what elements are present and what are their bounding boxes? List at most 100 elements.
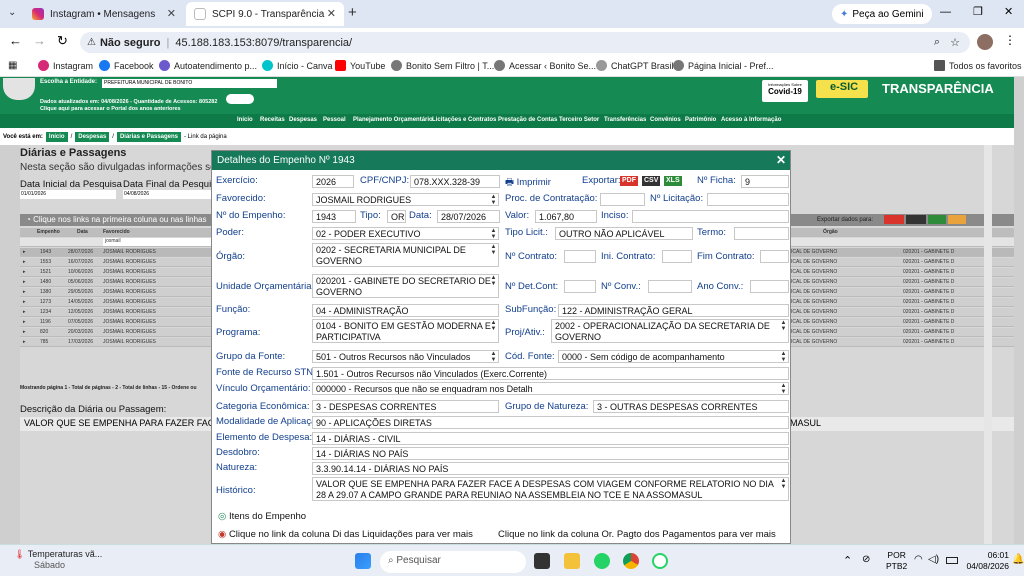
inciso-field[interactable] (632, 210, 789, 223)
row-link-icon[interactable]: ▸ (23, 339, 26, 345)
breadcrumb-despesas[interactable]: Despesas (75, 131, 110, 142)
address-input[interactable]: ⚠ Não seguro | 45.188.183.153:8079/trans… (80, 32, 970, 53)
nav-pessoal[interactable]: Pessoal (323, 117, 346, 123)
entity-select[interactable]: PREFEITURA MUNICIPAL DE BONITO (102, 79, 277, 88)
breadcrumb-inicio[interactable]: Início (45, 131, 68, 142)
stepper-icon[interactable]: ▲ ▼ (780, 351, 787, 362)
nav-acesso[interactable]: Acesso à Informação (721, 117, 781, 123)
grupo-fonte-field[interactable]: 501 - Outros Recursos não Vinculados ▲ ▼ (312, 350, 499, 363)
stepper-icon[interactable]: ▲ ▼ (780, 383, 787, 394)
reload-icon[interactable]: ↻ (57, 33, 68, 49)
close-icon[interactable]: ✕ (327, 7, 336, 20)
col-empenho[interactable]: Empenho (37, 229, 60, 235)
col-data[interactable]: Data (77, 229, 88, 235)
programa-field[interactable]: 0104 - BONITO EM GESTÃO MODERNA E PARTIC… (312, 319, 499, 343)
gemini-button[interactable]: ✦ Peça ao Gemini (832, 4, 932, 24)
tipo-licit-field[interactable]: OUTRO NÃO APLICÁVEL (555, 227, 693, 240)
chrome-icon[interactable] (623, 553, 639, 569)
wifi-icon[interactable]: ◠ (914, 554, 923, 565)
taskbar-search-input[interactable]: ⌕ Pesquisar (380, 551, 526, 573)
cod-fonte-field[interactable]: 0000 - Sem código de acompanhamento ▲ ▼ (558, 350, 789, 363)
export-jpg-button[interactable] (948, 215, 966, 224)
export-pdf-button[interactable] (884, 215, 904, 224)
stepper-icon[interactable]: ▲ ▼ (490, 320, 497, 332)
row-link-icon[interactable]: ▸ (23, 259, 26, 265)
windows-start-icon[interactable] (355, 553, 371, 569)
row-link-icon[interactable]: ▸ (23, 249, 26, 255)
nav-transferencias[interactable]: Transferências (604, 117, 646, 123)
file-explorer-icon[interactable] (564, 553, 580, 569)
page-scrollbar[interactable] (984, 145, 992, 544)
nav-despesas[interactable]: Despesas (289, 117, 317, 123)
row-link-icon[interactable]: ▸ (23, 299, 26, 305)
tab-instagram[interactable]: Instagram • Mensagens ✕ (24, 2, 184, 26)
libras-badge[interactable] (226, 94, 254, 104)
row-link-icon[interactable]: ▸ (23, 329, 26, 335)
volume-icon[interactable]: ◁) (928, 554, 939, 565)
col-favorecido[interactable]: Favorecido (103, 229, 130, 235)
export-pdf-button[interactable]: PDF (620, 176, 638, 186)
exercicio-field[interactable]: 2026 (312, 175, 354, 188)
nav-planejamento[interactable]: Planejamento Orçamentário (353, 117, 433, 123)
url-text[interactable]: 45.188.183.153:8079/transparencia/ (175, 37, 352, 49)
close-icon[interactable]: ✕ (167, 7, 176, 20)
poder-field[interactable]: 02 - PODER EXECUTIVO ▲ ▼ (312, 227, 499, 240)
stepper-icon[interactable]: ▲ ▼ (780, 478, 787, 490)
clock[interactable]: 06:01 04/08/2026 (963, 550, 1009, 572)
stepper-icon[interactable]: ▲ ▼ (490, 351, 497, 362)
stepper-icon[interactable]: ▲ ▼ (490, 244, 497, 256)
empenho-field[interactable]: 1943 (312, 210, 356, 223)
row-link-icon[interactable]: ▸ (23, 319, 26, 325)
task-view-icon[interactable] (534, 553, 550, 569)
back-icon[interactable]: ← (9, 33, 22, 48)
bookmark-pagina-inicial[interactable]: Página Inicial - Pref... (673, 60, 774, 71)
fimcontrato-field[interactable] (760, 250, 789, 263)
ficha-field[interactable]: 9 (741, 175, 789, 188)
cpf-field[interactable]: 078.XXX.328-39 (410, 175, 500, 188)
unidade-field[interactable]: 020201 - GABINETE DO SECRETARIO DE GOVER… (312, 274, 499, 298)
export-xls-button[interactable] (928, 215, 946, 224)
whatsapp-app-icon[interactable] (594, 553, 610, 569)
projativ-field[interactable]: 2002 - OPERACIONALIZAÇÃO DA SECRETARIA D… (551, 319, 789, 343)
historico-field[interactable]: VALOR QUE SE EMPENHA PARA FAZER FACE A D… (312, 477, 789, 501)
nav-licitacoes[interactable]: Licitações e Contratos (432, 117, 496, 123)
covid-badge[interactable]: Informações Sobre Covid-19 (762, 80, 808, 102)
zoom-icon[interactable]: ⌕ (934, 36, 940, 49)
stepper-icon[interactable]: ▲ ▼ (490, 275, 497, 287)
print-button[interactable]: 🖶 Imprimir (505, 175, 551, 191)
close-icon[interactable]: ✕ (776, 153, 786, 167)
tray-chevron-icon[interactable]: ⌃ (843, 554, 852, 567)
subfuncao-field[interactable]: 122 - ADMINISTRAÇÃO GERAL (558, 304, 789, 317)
valor-field[interactable]: 1.067,80 (535, 210, 597, 223)
modalidade-field[interactable]: 90 - APLICAÇÕES DIRETAS (312, 416, 789, 429)
orgao-field[interactable]: 0202 - SECRETARIA MUNICIPAL DE GOVERNO ▲ ▼ (312, 243, 499, 267)
natureza-field[interactable]: 3.3.90.14.14 - DIÁRIAS NO PAÍS (312, 462, 789, 475)
termo-field[interactable] (734, 227, 789, 240)
favorecido-field[interactable]: JOSMAIL RODRIGUES ▲ ▼ (312, 193, 499, 206)
export-csv-button[interactable] (906, 215, 926, 224)
security-label[interactable]: Não seguro (100, 37, 161, 49)
nav-prestacao[interactable]: Prestação de Contas (498, 117, 557, 123)
bookmark-facebook[interactable]: Facebook (99, 60, 154, 71)
forward-icon[interactable]: → (33, 33, 46, 48)
minimize-button[interactable]: — (940, 6, 951, 18)
col-orgao[interactable]: Órgão (823, 229, 838, 235)
esic-badge[interactable]: e-SIC (816, 80, 868, 98)
notification-icon[interactable]: 🔔 (1012, 554, 1024, 565)
row-link-icon[interactable]: ▸ (23, 309, 26, 315)
tipo-field[interactable]: OR (387, 210, 406, 223)
weather-widget[interactable]: 🌡 Temperaturas vã... Sábado (14, 549, 102, 570)
filter-input[interactable]: josmail (103, 238, 213, 246)
export-xls-button[interactable]: XLS (664, 176, 682, 186)
nconv-field[interactable] (648, 280, 692, 293)
data-field[interactable]: 28/07/2026 (437, 210, 500, 223)
fonte-stn-field[interactable]: 1.501 - Outros Recursos não Vinculados (… (312, 367, 789, 380)
battery-icon[interactable] (946, 557, 958, 564)
maximize-button[interactable]: ❐ (973, 5, 983, 18)
bookmark-bonito-sem-filtro[interactable]: Bonito Sem Filtro | T... (391, 60, 494, 71)
tray-app-icon[interactable]: ⊘ (862, 554, 870, 565)
portal-link[interactable]: Clique aqui para acessar o Portal dos an… (40, 106, 181, 112)
menu-icon[interactable]: ⋮ (1004, 33, 1016, 47)
apps-icon[interactable]: ▦ (8, 60, 17, 71)
inicontrato-field[interactable] (662, 250, 692, 263)
